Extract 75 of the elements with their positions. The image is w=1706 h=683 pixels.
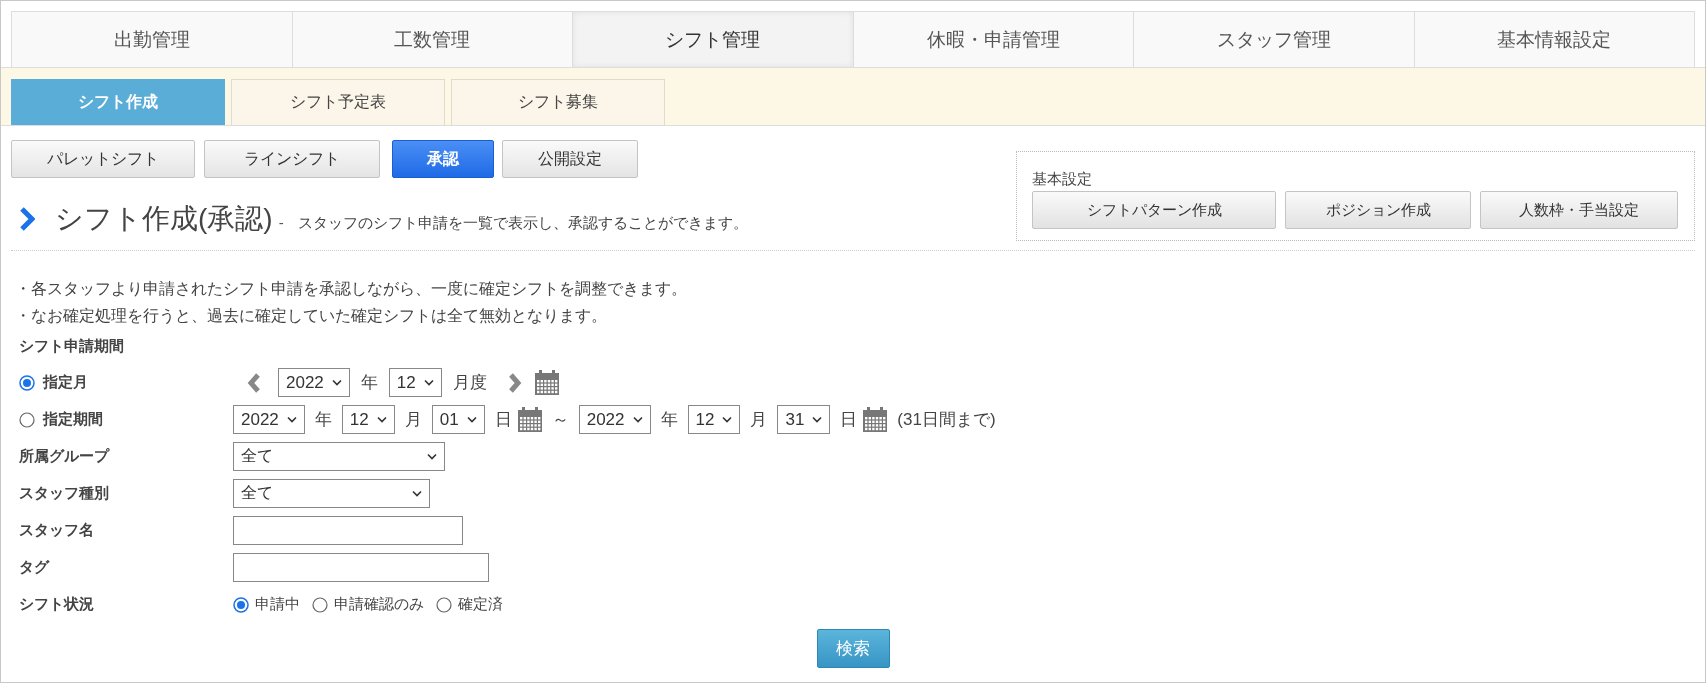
- chevron-down-icon: [632, 416, 643, 423]
- text-input[interactable]: [233, 553, 489, 582]
- field-label: スタッフ種別: [19, 484, 109, 503]
- select-dropdown[interactable]: 2022: [278, 368, 350, 397]
- select-dropdown[interactable]: 2022: [578, 405, 651, 434]
- unit-label: ～: [551, 409, 569, 431]
- chevron-down-icon: [376, 416, 387, 423]
- mode-button[interactable]: 承認: [392, 140, 494, 178]
- radio-button[interactable]: [312, 596, 328, 613]
- field-label: タグ: [19, 558, 49, 577]
- nav-tab[interactable]: 出勤管理: [12, 12, 293, 67]
- radio-button[interactable]: [19, 411, 35, 428]
- settings-title: 基本設定: [1032, 170, 1093, 189]
- select-dropdown[interactable]: 2022: [233, 405, 305, 434]
- title-separator: -: [278, 214, 284, 231]
- unit-label: 年: [360, 372, 378, 394]
- nav-tab[interactable]: 基本情報設定: [1414, 12, 1694, 67]
- mode-button[interactable]: 公開設定: [502, 140, 638, 178]
- nav-tab[interactable]: スタッフ管理: [1134, 12, 1415, 67]
- mode-button[interactable]: ラインシフト: [204, 140, 380, 178]
- unit-label: 月: [750, 409, 768, 431]
- unit-label: 日: [494, 409, 512, 431]
- radio-label: 指定期間: [43, 410, 103, 429]
- radio-label: 指定月: [43, 373, 88, 392]
- settings-button[interactable]: シフトパターン作成: [1032, 191, 1276, 229]
- chevron-down-icon: [722, 416, 733, 423]
- unit-label: 月: [404, 409, 422, 431]
- chevron-down-icon: [423, 379, 434, 386]
- radio-button[interactable]: [19, 374, 35, 391]
- chevron-left-icon[interactable]: [247, 372, 261, 393]
- chevron-down-icon: [331, 379, 342, 386]
- radio-button[interactable]: [233, 596, 249, 613]
- page-title: シフト作成(承認): [55, 202, 273, 236]
- unit-label: 日: [840, 409, 858, 431]
- calendar-icon[interactable]: [517, 407, 542, 432]
- nav-tab[interactable]: 工数管理: [292, 12, 573, 67]
- chevron-down-icon: [466, 416, 477, 423]
- chevron-down-icon: [427, 453, 437, 460]
- page-description: スタッフのシフト申請を一覧で表示し、承認することができます。: [297, 214, 748, 233]
- radio-label: 確定済: [458, 595, 503, 614]
- sub-tab[interactable]: シフト予定表: [231, 79, 445, 125]
- note-text: ・なお確定処理を行うと、過去に確定していた確定シフトは全て無効となります。: [15, 306, 608, 326]
- text-input[interactable]: [233, 516, 463, 545]
- chevron-down-icon: [412, 490, 422, 497]
- chevron-icon: [19, 207, 35, 231]
- mode-button[interactable]: パレットシフト: [11, 140, 195, 178]
- radio-label: 申請確認のみ: [334, 595, 424, 614]
- select-dropdown[interactable]: 12: [687, 405, 741, 434]
- select-dropdown[interactable]: 全て: [233, 479, 430, 508]
- select-dropdown[interactable]: 12: [341, 405, 395, 434]
- field-label: シフト申請期間: [19, 337, 124, 356]
- select-dropdown[interactable]: 31: [777, 405, 831, 434]
- nav-tab[interactable]: シフト管理: [573, 12, 854, 67]
- select-dropdown[interactable]: 全て: [233, 442, 445, 471]
- nav-tab[interactable]: 休暇・申請管理: [853, 12, 1134, 67]
- select-dropdown[interactable]: 01: [431, 405, 485, 434]
- unit-label: 年: [314, 409, 332, 431]
- radio-label: 申請中: [255, 595, 300, 614]
- note-text: ・各スタッフより申請されたシフト申請を承認しながら、一度に確定シフトを調整できます。: [15, 279, 688, 299]
- settings-button[interactable]: 人数枠・手当設定: [1480, 191, 1678, 229]
- calendar-icon[interactable]: [534, 370, 559, 395]
- unit-label: 年: [660, 409, 678, 431]
- select-dropdown[interactable]: 12: [388, 368, 442, 397]
- chevron-down-icon: [812, 416, 823, 423]
- unit-label: (31日間まで): [897, 409, 996, 431]
- chevron-down-icon: [286, 416, 297, 423]
- sub-tab[interactable]: シフト募集: [451, 79, 665, 125]
- chevron-right-icon[interactable]: [507, 372, 522, 393]
- field-label: 所属グループ: [19, 447, 109, 466]
- calendar-icon[interactable]: [863, 407, 888, 432]
- radio-button[interactable]: [436, 596, 452, 613]
- unit-label: 月度: [452, 372, 487, 394]
- field-label: スタッフ名: [19, 521, 94, 540]
- field-label: シフト状況: [19, 595, 94, 614]
- settings-button[interactable]: ポジション作成: [1285, 191, 1471, 229]
